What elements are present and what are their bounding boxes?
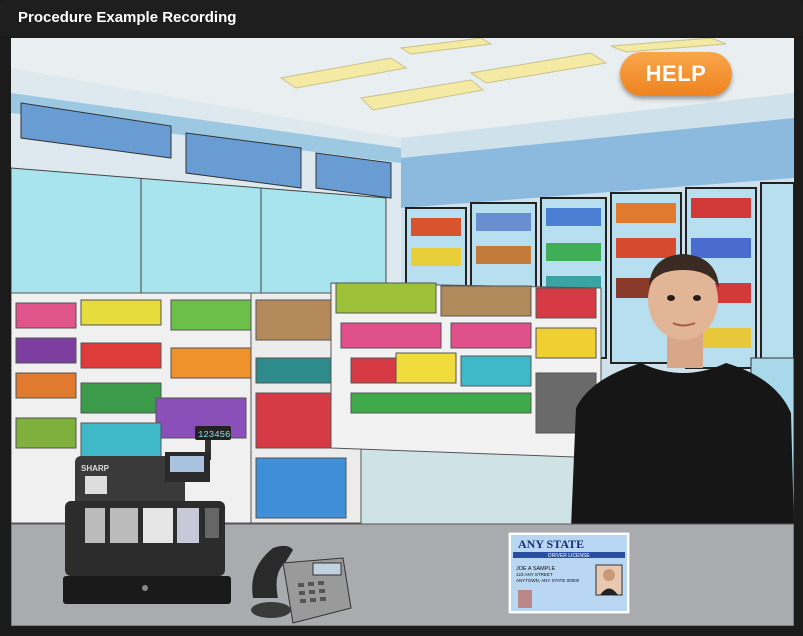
drivers-license-icon[interactable]: ANY STATE DRIVER LICENSE JOE A SAMPLE 12… <box>508 532 630 614</box>
license-address1: 123 ANY STREET <box>516 572 553 577</box>
license-state: ANY STATE <box>518 537 584 551</box>
license-type: DRIVER LICENSE <box>548 553 590 559</box>
cash-register-icon[interactable]: 123456 SHARP <box>55 416 235 606</box>
register-display: 123456 <box>198 430 230 440</box>
desk-phone-icon[interactable] <box>243 538 353 626</box>
title-bar: Procedure Example Recording <box>0 0 803 36</box>
license-address2: ANYTOWN, ANY STATE 00000 <box>516 578 580 583</box>
help-button[interactable]: HELP <box>620 52 732 96</box>
store-scene: 123456 SHARP ANY STATE DRIVER LICENSE JO… <box>11 38 794 626</box>
window-title: Procedure Example Recording <box>18 9 237 26</box>
register-brand: SHARP <box>81 464 110 473</box>
app-window: Procedure Example Recording 123456 SHARP… <box>0 0 803 636</box>
